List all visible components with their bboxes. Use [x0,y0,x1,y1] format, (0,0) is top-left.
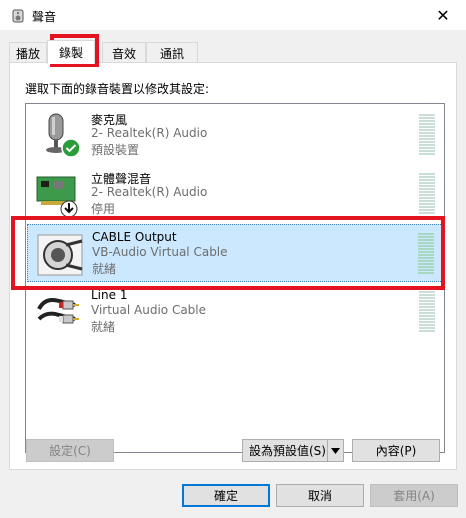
level-meter [419,291,435,333]
tab-recording[interactable]: 錄製 [47,40,95,64]
close-button[interactable]: ✕ [420,0,466,31]
tab-sounds[interactable]: 音效 [102,42,146,63]
device-item-cable-output[interactable]: CABLE Output VB-Audio Virtual Cable 就緒 [27,224,443,282]
rca-cable-icon [37,298,79,324]
device-description: VB-Audio Virtual Cable [92,245,228,259]
device-name: Line 1 [91,288,128,302]
set-default-button[interactable]: 設為預設值(S) [242,439,344,462]
device-status: 停用 [91,202,116,216]
device-description: Virtual Audio Cable [91,303,207,317]
level-meter [419,114,435,156]
virtual-cable-icon [37,234,83,276]
properties-button[interactable]: 內容(P) [352,439,440,462]
ok-button[interactable]: 確定 [182,484,270,507]
close-icon: ✕ [436,6,450,25]
sound-card-icon [36,176,78,218]
instruction-text: 選取下面的錄音裝置以修改其設定: [25,82,210,96]
microphone-icon [46,113,81,158]
tab-communications[interactable]: 通訊 [146,42,198,63]
device-item-microphone[interactable]: 麥克風 2- Realtek(R) Audio 預設裝置 [27,106,443,164]
tab-playback[interactable]: 播放 [9,42,47,63]
cancel-button[interactable]: 取消 [276,484,364,507]
device-item-line-1[interactable]: Line 1 Virtual Audio Cable 就緒 [27,283,443,341]
device-status: 就緒 [92,262,117,276]
speaker-icon [12,9,24,23]
title-bar: 聲音 ✕ [0,0,466,31]
configure-button[interactable]: 設定(C) [26,439,114,462]
device-name: CABLE Output [92,230,177,244]
device-description: 2- Realtek(R) Audio [91,185,208,199]
set-default-label: 設為預設值(S) [249,444,326,458]
device-description: 2- Realtek(R) Audio [91,126,208,140]
recording-panel: 選取下面的錄音裝置以修改其設定: 麥克風 2- Realtek(R) Audio… [9,62,457,470]
dropdown-arrow-icon[interactable] [327,440,343,461]
level-meter [418,233,434,275]
level-meter [419,173,435,215]
apply-button[interactable]: 套用(A) [370,484,458,507]
device-list: 麥克風 2- Realtek(R) Audio 預設裝置 立體聲混音 2- Re… [25,103,445,453]
device-status: 就緒 [91,320,116,334]
device-item-stereo-mix[interactable]: 立體聲混音 2- Realtek(R) Audio 停用 [27,165,443,223]
window-title: 聲音 [32,10,57,24]
device-status: 預設裝置 [91,143,140,157]
